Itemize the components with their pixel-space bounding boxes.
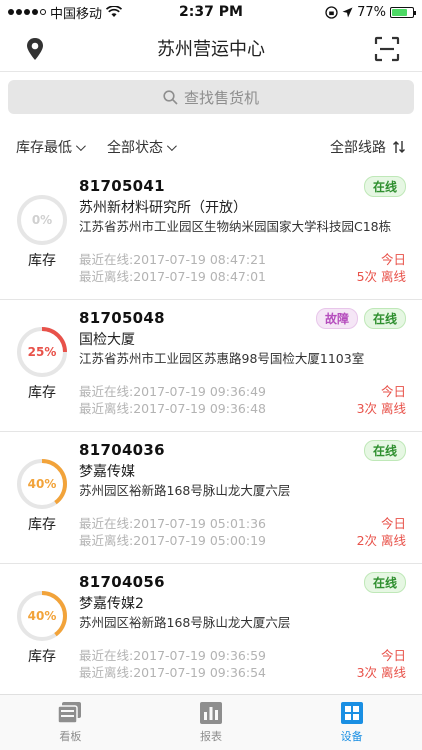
battery-icon	[390, 6, 416, 18]
last-offline: 最近离线:2017-07-19 09:36:54	[79, 665, 266, 680]
device-id: 81704036	[79, 441, 165, 459]
orientation-lock-icon	[325, 5, 338, 19]
device-id: 81705048	[79, 309, 165, 327]
device-name: 梦嘉传媒	[79, 464, 135, 480]
device-name: 国检大厦	[79, 332, 135, 348]
device-address: 江苏省苏州市工业园区生物纳米园国家大学科技园C18栋	[79, 219, 392, 234]
stock-percent: 40%	[27, 477, 57, 491]
device-list: 0% 库存 在线 81705041 苏州新材料研究所（开放） 江苏省苏州市工业园…	[0, 168, 422, 694]
offline-info: 今日 3次 离线	[357, 383, 406, 417]
device-address: 苏州园区裕新路168号脉山龙大厦六层	[79, 483, 291, 498]
offline-count: 5次 离线	[356, 269, 406, 284]
wifi-icon	[106, 6, 123, 17]
status-filter-label: 全部状态	[107, 140, 163, 156]
last-online: 最近在线:2017-07-19 08:47:21	[79, 252, 266, 267]
route-filter-label: 全部线路	[330, 140, 386, 156]
list-item[interactable]: 0% 库存 在线 81705041 苏州新材料研究所（开放） 江苏省苏州市工业园…	[0, 168, 422, 300]
offline-count: 3次 离线	[356, 401, 406, 416]
today-label: 今日	[380, 648, 406, 663]
time-info: 最近在线:2017-07-19 09:36:49 最近离线:2017-07-19…	[79, 383, 266, 417]
last-offline: 最近离线:2017-07-19 08:47:01	[79, 269, 266, 284]
stock-label: 库存	[28, 253, 56, 269]
switch-icon	[393, 141, 405, 153]
report-icon	[200, 702, 222, 724]
today-label: 今日	[380, 384, 406, 399]
search-placeholder: 查找售货机	[183, 88, 259, 107]
status-bar: 中国移动 2:37 PM 77%	[0, 0, 422, 24]
tab-dashboard[interactable]: 看板	[0, 695, 141, 750]
time-info: 最近在线:2017-07-19 09:36:59 最近离线:2017-07-19…	[79, 647, 266, 681]
list-item[interactable]: 40% 库存 在线 81704056 梦嘉传媒2 苏州园区裕新路168号脉山龙大…	[0, 564, 422, 694]
location-arrow-icon	[342, 7, 353, 17]
chevron-down-icon	[75, 140, 86, 151]
stock-percent: 0%	[31, 213, 53, 227]
device-name: 苏州新材料研究所（开放）	[79, 200, 247, 216]
time-info: 最近在线:2017-07-19 08:47:21 最近离线:2017-07-19…	[79, 251, 266, 285]
signal-icon	[8, 9, 46, 15]
stock-percent: 25%	[27, 345, 57, 359]
offline-count: 3次 离线	[356, 665, 406, 680]
offline-info: 今日 2次 离线	[357, 515, 406, 549]
stock-percent: 40%	[27, 609, 57, 623]
tab-devices[interactable]: 设备	[281, 695, 422, 750]
battery-percent: 77%	[357, 4, 386, 20]
today-label: 今日	[380, 516, 406, 531]
tab-label: 看板	[59, 730, 82, 743]
device-icon	[340, 702, 363, 724]
device-id: 81705041	[79, 177, 165, 195]
offline-info: 今日 3次 离线	[357, 647, 406, 681]
tab-reports[interactable]: 报表	[141, 695, 282, 750]
sort-filter[interactable]: 库存最低	[16, 137, 86, 157]
scan-icon[interactable]	[374, 36, 400, 62]
last-offline: 最近离线:2017-07-19 09:36:48	[79, 401, 266, 416]
list-item[interactable]: 25% 库存 故障 在线 81705048 国检大厦 江苏省苏州市工业园区苏惠路…	[0, 300, 422, 432]
stock-label: 库存	[28, 385, 56, 401]
location-pin-icon[interactable]	[22, 36, 48, 62]
device-address: 苏州园区裕新路168号脉山龙大厦六层	[79, 615, 291, 630]
list-item[interactable]: 40% 库存 在线 81704036 梦嘉传媒 苏州园区裕新路168号脉山龙大厦…	[0, 432, 422, 564]
offline-count: 2次 离线	[356, 533, 406, 548]
status-filter[interactable]: 全部状态	[107, 137, 177, 157]
nav-bar: 苏州营运中心	[0, 24, 422, 72]
last-online: 最近在线:2017-07-19 09:36:49	[79, 384, 266, 399]
carrier-label: 中国移动	[50, 6, 103, 22]
device-id: 81704056	[79, 573, 165, 591]
stock-label: 库存	[28, 649, 56, 665]
tab-label: 报表	[200, 730, 222, 743]
search-icon	[163, 89, 178, 105]
device-address: 江苏省苏州市工业园区苏惠路98号国检大厦1103室	[79, 351, 365, 366]
route-filter[interactable]: 全部线路	[330, 137, 406, 157]
device-name: 梦嘉传媒2	[79, 596, 144, 612]
tab-label: 设备	[340, 730, 363, 743]
search-input[interactable]: 查找售货机	[8, 80, 414, 114]
dashboard-icon	[57, 702, 82, 724]
today-label: 今日	[380, 252, 406, 267]
time-info: 最近在线:2017-07-19 05:01:36 最近离线:2017-07-19…	[79, 515, 266, 549]
page-title: 苏州营运中心	[157, 38, 265, 60]
stock-label: 库存	[28, 517, 56, 533]
last-offline: 最近离线:2017-07-19 05:00:19	[79, 533, 266, 548]
chevron-down-icon	[166, 140, 177, 151]
last-online: 最近在线:2017-07-19 09:36:59	[79, 648, 266, 663]
tab-bar: 看板 报表 设备	[0, 694, 422, 750]
sort-filter-label: 库存最低	[16, 140, 72, 156]
last-online: 最近在线:2017-07-19 05:01:36	[79, 516, 266, 531]
offline-info: 今日 5次 离线	[357, 251, 406, 285]
filter-bar: 库存最低 全部状态 全部线路	[0, 132, 422, 162]
